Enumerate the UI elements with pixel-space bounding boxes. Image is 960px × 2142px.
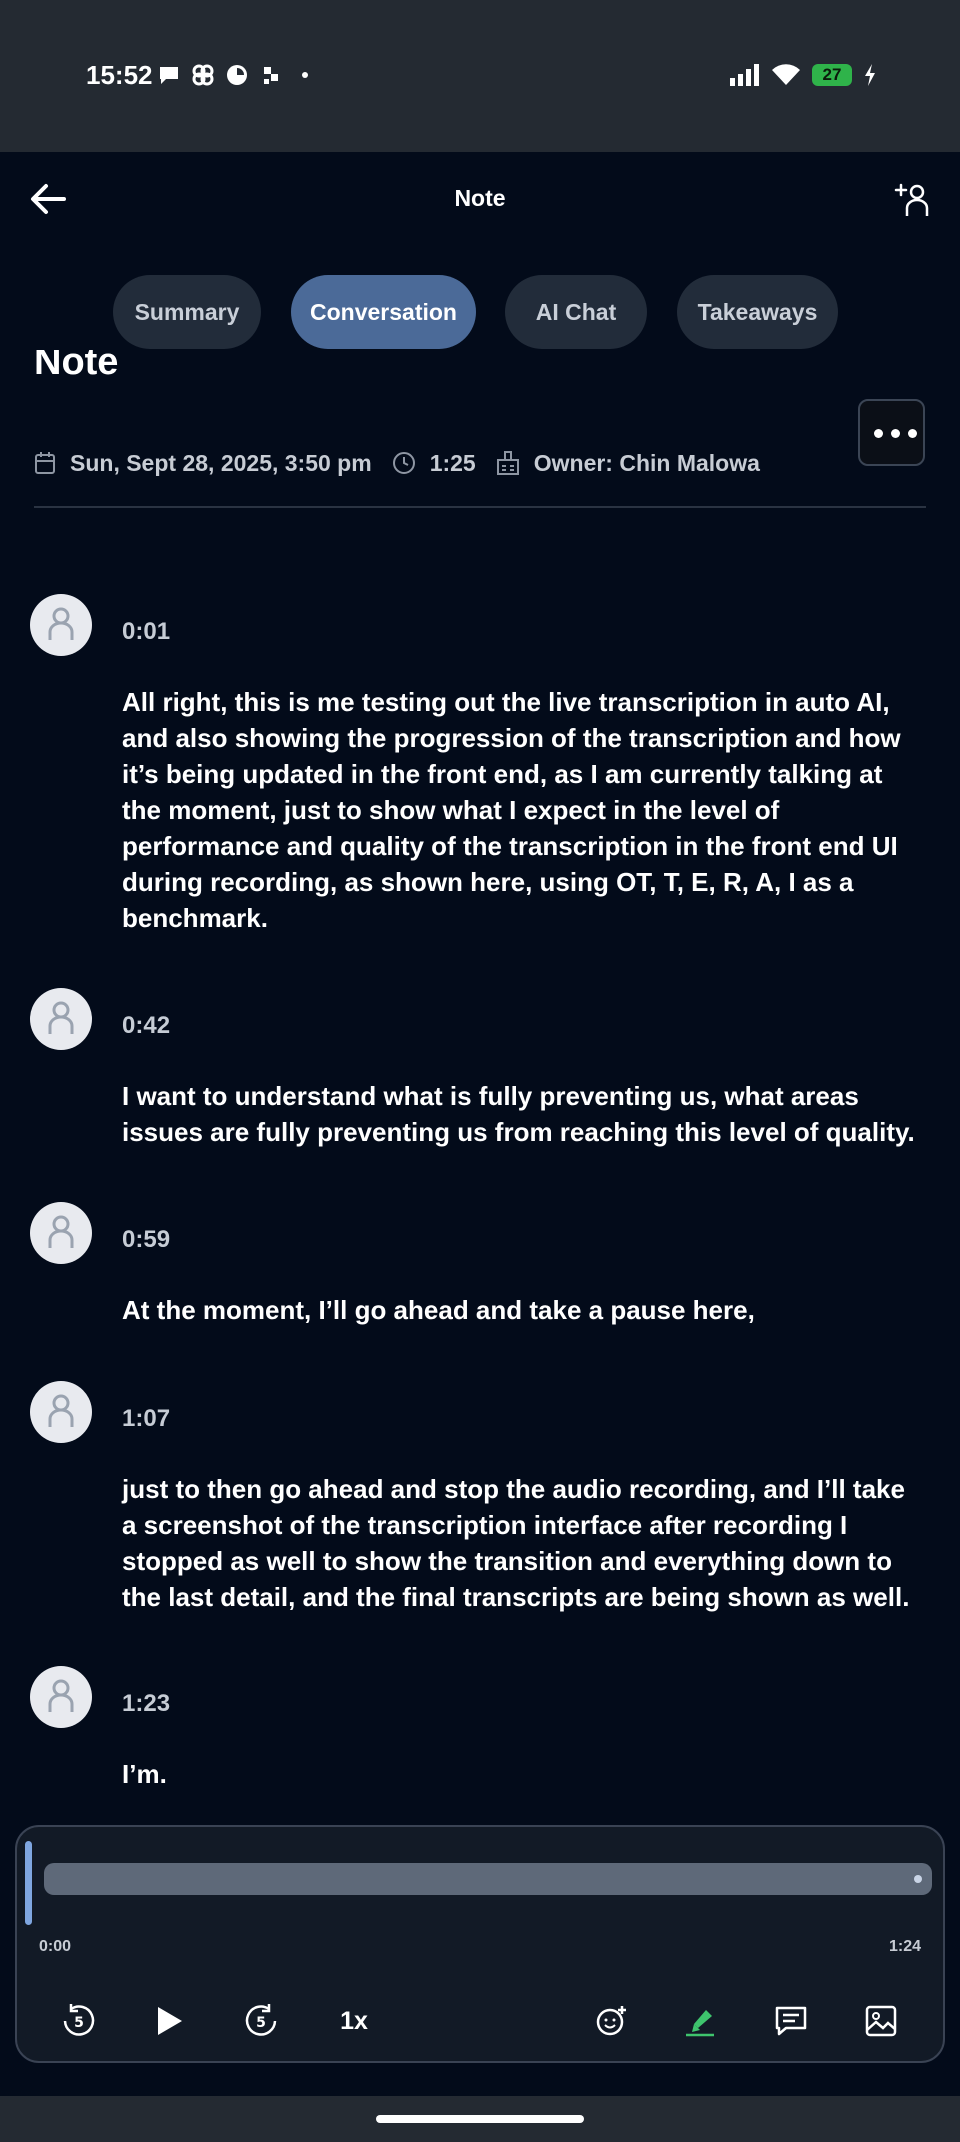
image-icon [865,2005,897,2037]
ellipsis-icon [874,429,917,438]
timestamp: 0:42 [122,1012,171,1039]
comment-icon [775,2006,807,2036]
avatar [30,988,92,1050]
timestamp: 1:23 [122,1690,171,1717]
transcript-text: At the moment, I’ll go ahead and take a … [122,1295,755,1325]
notification-icons [156,62,318,88]
timestamp: 1:07 [122,1405,171,1432]
chat-notification-icon [160,67,178,84]
play-icon [158,2007,182,2035]
battery-indicator: 27 [812,64,852,86]
rewind-5-icon: 5 [63,2004,95,2036]
system-status: 27 [730,64,876,86]
transcript-text: I’m. [122,1759,167,1789]
note-meta: Sun, Sept 28, 2025, 3:50 pm 1:25 Owner: … [34,448,760,478]
more-options-button[interactable] [858,399,925,466]
person-icon [48,607,74,640]
person-icon [48,1001,74,1034]
timer-notification-icon [227,65,247,85]
tab-summary[interactable]: Summary [113,275,261,349]
highlight-button[interactable] [679,1999,723,2043]
highlighter-icon [686,2010,714,2037]
avatar [30,1381,92,1443]
current-time: 0:00 [39,1938,72,1955]
tab-bar: Summary Conversation AI Chat Takeaways [0,275,960,349]
person-icon [48,1394,74,1427]
tab-takeaways[interactable]: Takeaways [677,275,838,349]
transcript-text: just to then go ahead and stop the audio… [122,1474,910,1612]
avatar [30,594,92,656]
transcript-text: All right, this is me testing out the li… [122,687,901,933]
note-owner: Owner: Chin Malowa [533,449,760,476]
svg-text:5: 5 [74,2015,84,2031]
end-marker [914,1875,922,1883]
status-bar: 15:52 27 [0,0,960,152]
charging-icon [865,64,875,86]
image-button[interactable] [859,1999,903,2043]
rewind-button[interactable]: 5 [57,1999,101,2043]
tab-conversation[interactable]: Conversation [291,275,476,349]
progress-bar[interactable] [44,1863,932,1895]
page-title: Note [454,185,506,211]
home-indicator[interactable] [376,2115,584,2123]
signal-icon [730,64,759,86]
status-time: 15:52 [86,60,153,90]
clock-icon [392,452,415,474]
tab-ai-chat[interactable]: AI Chat [505,275,647,349]
avatar [30,1666,92,1728]
note-date: Sun, Sept 28, 2025, 3:50 pm [70,449,372,476]
dot-notification-icon [302,72,308,78]
note-duration: 1:25 [429,449,476,476]
note-title-text: Note [34,350,119,383]
wifi-icon [772,64,800,85]
avatar [30,1202,92,1264]
owner-icon [496,451,519,475]
note-title: Note [34,350,118,392]
calendar-icon [35,452,55,474]
person-icon [48,1215,74,1248]
audio-player: 0:00 1:24 5 5 1x [15,1825,945,2063]
forward-button[interactable]: 5 [239,1999,283,2043]
svg-text:5: 5 [256,2015,266,2031]
progress-handle[interactable] [25,1841,32,1925]
person-icon [48,1679,74,1712]
divider [34,506,926,508]
transcript-text: I want to understand what is fully preve… [122,1081,915,1147]
comment-button[interactable] [769,1999,813,2043]
emoji-add-icon [596,2006,626,2036]
timestamp: 0:01 [122,618,171,645]
forward-5-icon: 5 [245,2004,277,2036]
emoji-button[interactable] [589,1999,633,2043]
add-person-button[interactable] [894,182,930,218]
app-notification-icon [264,67,278,84]
slack-notification-icon [192,64,214,86]
total-time: 1:24 [888,1938,921,1955]
timestamp: 0:59 [122,1226,171,1253]
play-button[interactable] [147,1999,191,2043]
playback-speed-button[interactable]: 1x [332,1999,376,2043]
